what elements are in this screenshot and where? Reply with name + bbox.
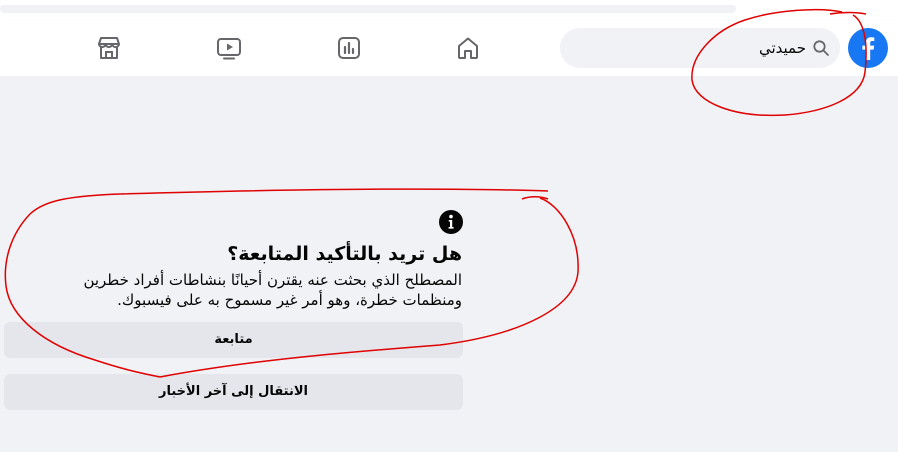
store-icon[interactable]	[95, 34, 123, 62]
go-to-news-feed-button[interactable]: الانتقال إلى آخر الأخبار	[4, 374, 463, 410]
dialog-body: المصطلح الذي بحثت عنه يقترن أحيانًا بنشا…	[83, 271, 462, 309]
search-input-value[interactable]: حميدتي	[759, 39, 806, 57]
search-input[interactable]: حميدتي	[560, 28, 840, 68]
annotation-stroke-search	[829, 11, 867, 15]
search-icon	[812, 39, 830, 57]
continue-button[interactable]: متابعة	[4, 322, 463, 358]
dialog-title: هل تريد بالتأكيد المتابعة؟	[227, 243, 462, 265]
page: حميدتي هل تريد بالتأكيد المتابعة؟ المصطل…	[0, 0, 898, 452]
top-navigation-bar: حميدتي	[0, 20, 898, 76]
home-icon[interactable]	[454, 34, 482, 62]
browser-top-strip	[0, 0, 740, 21]
top-strip-fill	[0, 5, 736, 13]
info-icon	[438, 209, 464, 235]
video-play-icon[interactable]	[215, 34, 243, 62]
bar-chart-icon[interactable]	[335, 34, 363, 62]
facebook-logo-icon[interactable]	[848, 28, 888, 68]
